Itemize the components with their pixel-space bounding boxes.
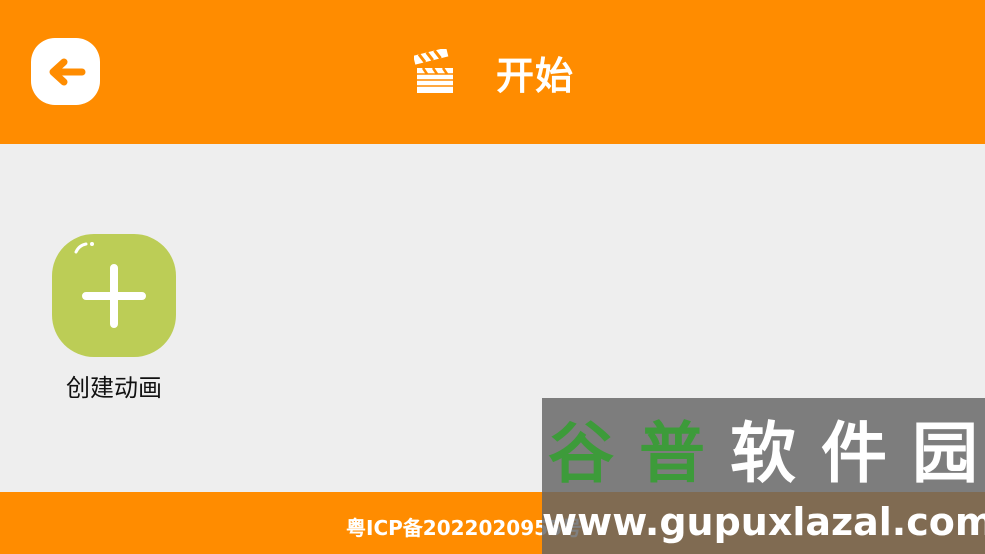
clapperboard-icon bbox=[414, 49, 453, 93]
watermark-title: 谷 普 软 件 园 bbox=[548, 414, 978, 494]
watermark-url: www.gupuxlazal.com bbox=[542, 500, 985, 544]
arrow-left-icon bbox=[49, 58, 85, 85]
watermark-char: 园 bbox=[912, 415, 978, 492]
create-icon-tile bbox=[52, 234, 176, 357]
create-animation-label: 创建动画 bbox=[66, 374, 162, 402]
watermark-overlay: 谷 普 软 件 园 www.gupuxlazal.com bbox=[542, 398, 985, 554]
watermark-char: 谷 bbox=[548, 415, 614, 492]
watermark-char: 软 bbox=[730, 415, 796, 492]
app-header: 开始 bbox=[0, 0, 985, 144]
page-title: 开始 bbox=[496, 53, 575, 98]
page-title-group: 开始 bbox=[414, 44, 574, 100]
back-button[interactable] bbox=[31, 38, 100, 105]
watermark-char: 普 bbox=[639, 415, 705, 492]
plus-icon bbox=[74, 242, 146, 328]
create-animation-button[interactable]: 创建动画 bbox=[44, 234, 184, 404]
watermark-char: 件 bbox=[821, 415, 887, 492]
